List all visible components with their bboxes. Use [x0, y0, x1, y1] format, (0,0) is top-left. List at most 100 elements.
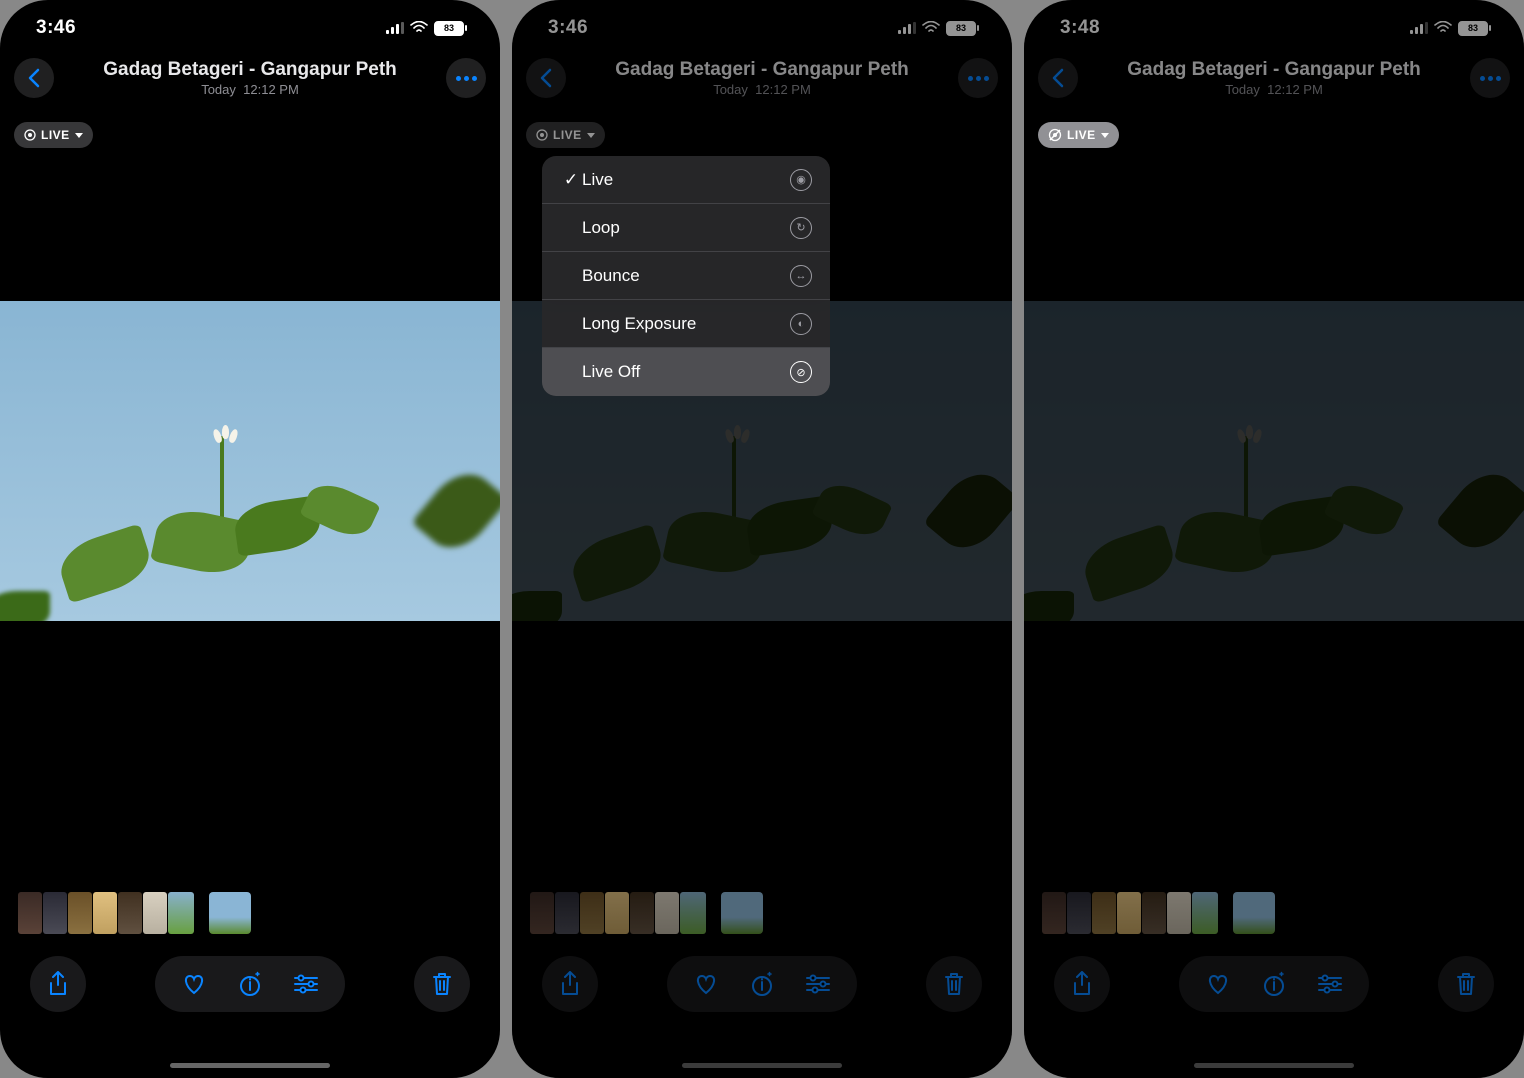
photo-viewer[interactable]	[1024, 301, 1524, 621]
location-title: Gadag Betageri - Gangapur Peth	[566, 59, 958, 81]
menu-item-bounce[interactable]: Bounce ↔	[542, 252, 830, 300]
thumbnail[interactable]	[1192, 892, 1218, 934]
phone-screen-2: 3:46 83 Gadag Betageri - Gangapur Peth T…	[512, 0, 1012, 1078]
sliders-icon[interactable]	[805, 973, 831, 995]
thumbnail[interactable]	[1092, 892, 1116, 934]
phone-screen-3: 3:48 83 Gadag Betageri - Gangapur Peth T…	[1024, 0, 1524, 1078]
subtitle-time: 12:12 PM	[243, 82, 299, 97]
info-icon[interactable]	[749, 971, 775, 997]
delete-button[interactable]	[926, 956, 982, 1012]
thumbnail[interactable]	[43, 892, 67, 934]
thumbnail[interactable]	[118, 892, 142, 934]
back-button[interactable]	[526, 58, 566, 98]
menu-item-label: Live	[582, 170, 790, 190]
status-icons: 83	[1410, 21, 1488, 36]
bottom-toolbar	[0, 948, 500, 1020]
status-bar: 3:46 83	[512, 0, 1012, 50]
title-block[interactable]: Gadag Betageri - Gangapur Peth Today 12:…	[54, 59, 446, 97]
share-button[interactable]	[30, 956, 86, 1012]
live-badge-label: LIVE	[1067, 128, 1096, 142]
battery-level: 83	[946, 21, 976, 36]
battery-icon: 83	[1458, 21, 1488, 36]
subtitle-day: Today	[1225, 82, 1260, 97]
thumbnail-current[interactable]	[1233, 892, 1275, 934]
photo-viewer[interactable]	[0, 301, 500, 621]
more-button[interactable]	[958, 58, 998, 98]
subtitle-time: 12:12 PM	[1267, 82, 1323, 97]
trash-icon	[943, 971, 965, 997]
thumbnail[interactable]	[680, 892, 706, 934]
live-on-icon	[24, 129, 36, 141]
thumbnail[interactable]	[580, 892, 604, 934]
back-button[interactable]	[1038, 58, 1078, 98]
info-icon[interactable]	[237, 971, 263, 997]
menu-item-label: Live Off	[582, 362, 790, 382]
thumbnail[interactable]	[68, 892, 92, 934]
chevron-left-icon	[539, 68, 553, 88]
sliders-icon[interactable]	[293, 973, 319, 995]
thumbnail[interactable]	[655, 892, 679, 934]
share-button[interactable]	[542, 956, 598, 1012]
menu-item-long-exposure[interactable]: Long Exposure ◐	[542, 300, 830, 348]
live-badge-label: LIVE	[41, 128, 70, 142]
thumbnail[interactable]	[530, 892, 554, 934]
delete-button[interactable]	[414, 956, 470, 1012]
chevron-down-icon	[1101, 133, 1109, 138]
live-photo-menu: ✓ Live ◉ Loop ↻ Bounce ↔ Long Exposure ◐…	[542, 156, 830, 396]
center-actions	[1179, 956, 1369, 1012]
thumbnail[interactable]	[555, 892, 579, 934]
live-badge[interactable]: LIVE	[14, 122, 93, 148]
share-icon	[1071, 971, 1093, 997]
heart-icon[interactable]	[181, 972, 207, 996]
cellular-icon	[386, 22, 404, 34]
title-block[interactable]: Gadag Betageri - Gangapur Peth Today 12:…	[566, 59, 958, 97]
delete-button[interactable]	[1438, 956, 1494, 1012]
thumbnail[interactable]	[1167, 892, 1191, 934]
thumbnail[interactable]	[93, 892, 117, 934]
back-button[interactable]	[14, 58, 54, 98]
title-block[interactable]: Gadag Betageri - Gangapur Peth Today 12:…	[1078, 59, 1470, 97]
thumbnail-scrubber[interactable]	[0, 888, 500, 938]
sliders-icon[interactable]	[1317, 973, 1343, 995]
bottom-toolbar	[512, 948, 1012, 1020]
share-button[interactable]	[1054, 956, 1110, 1012]
thumbnail-scrubber[interactable]	[1024, 888, 1524, 938]
thumbnail[interactable]	[605, 892, 629, 934]
home-indicator[interactable]	[1194, 1063, 1354, 1068]
heart-icon[interactable]	[693, 972, 719, 996]
thumbnail[interactable]	[18, 892, 42, 934]
nav-header: Gadag Betageri - Gangapur Peth Today 12:…	[1024, 50, 1524, 106]
thumbnail-current[interactable]	[209, 892, 251, 934]
phone-screen-1: 3:46 83 Gadag Betageri - Gangapur Peth T…	[0, 0, 500, 1078]
location-title: Gadag Betageri - Gangapur Peth	[54, 59, 446, 81]
thumbnail[interactable]	[168, 892, 194, 934]
menu-item-live-off[interactable]: Live Off ⊘	[542, 348, 830, 396]
live-icon: ◉	[790, 169, 812, 191]
share-icon	[47, 971, 69, 997]
cellular-icon	[898, 22, 916, 34]
heart-icon[interactable]	[1205, 972, 1231, 996]
chevron-down-icon	[75, 133, 83, 138]
live-badge[interactable]: LIVE	[1038, 122, 1119, 148]
more-button[interactable]	[1470, 58, 1510, 98]
subtitle: Today 12:12 PM	[566, 82, 958, 97]
thumbnail[interactable]	[143, 892, 167, 934]
thumbnail[interactable]	[1042, 892, 1066, 934]
thumbnail-scrubber[interactable]	[512, 888, 1012, 938]
share-icon	[559, 971, 581, 997]
live-badge[interactable]: LIVE	[526, 122, 605, 148]
menu-item-live[interactable]: ✓ Live ◉	[542, 156, 830, 204]
thumbnail[interactable]	[1117, 892, 1141, 934]
home-indicator[interactable]	[682, 1063, 842, 1068]
home-indicator[interactable]	[170, 1063, 330, 1068]
menu-item-loop[interactable]: Loop ↻	[542, 204, 830, 252]
thumbnail-current[interactable]	[721, 892, 763, 934]
info-icon[interactable]	[1261, 971, 1287, 997]
thumbnail[interactable]	[1142, 892, 1166, 934]
more-button[interactable]	[446, 58, 486, 98]
loop-icon: ↻	[790, 217, 812, 239]
thumbnail[interactable]	[630, 892, 654, 934]
menu-item-label: Loop	[582, 218, 790, 238]
thumbnail[interactable]	[1067, 892, 1091, 934]
wifi-icon	[922, 21, 940, 35]
